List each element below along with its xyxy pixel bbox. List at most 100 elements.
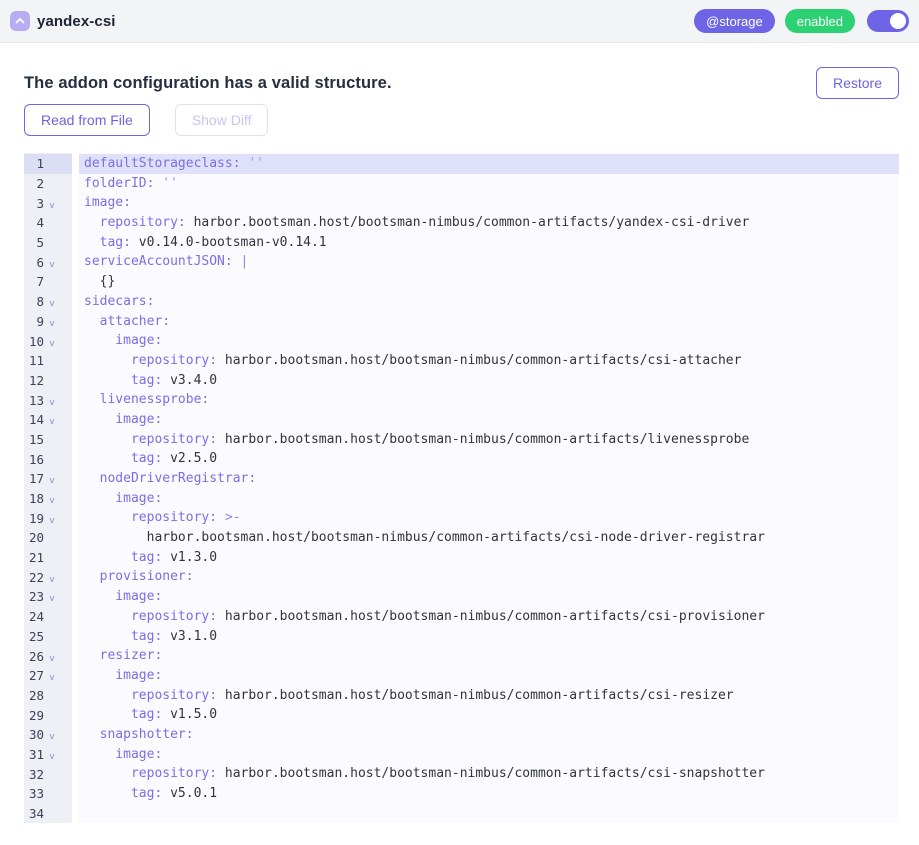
gutter-line: 20 (24, 528, 72, 548)
fold-toggle-icon[interactable]: v (44, 673, 60, 683)
fold-toggle-icon[interactable]: v (44, 516, 60, 526)
fold-toggle-icon[interactable]: v (44, 398, 60, 408)
code-line[interactable]: tag: v5.0.1 (79, 784, 899, 804)
code-line[interactable]: {} (79, 272, 899, 292)
code-line[interactable]: repository: harbor.bootsman.host/bootsma… (79, 764, 899, 784)
gutter-line: 23 v (24, 587, 72, 607)
line-number: 17 (28, 471, 44, 487)
code-line[interactable]: folderID: '' (79, 174, 899, 194)
fold-toggle-icon[interactable]: v (44, 417, 60, 427)
code-line[interactable]: image: (79, 745, 899, 765)
gutter-line: 14 v (24, 410, 72, 430)
yaml-token-v: v2.5.0 (162, 451, 218, 467)
code-line[interactable]: livenessprobe: (79, 390, 899, 410)
code-line[interactable]: nodeDriverRegistrar: (79, 469, 899, 489)
yaml-token-k: provisioner: (84, 569, 194, 585)
gutter-line: 32 (24, 764, 72, 784)
fold-toggle-icon[interactable]: v (44, 594, 60, 604)
yaml-token-k: image: (84, 667, 163, 683)
code-line[interactable]: image: (79, 666, 899, 686)
module-title: yandex-csi (37, 12, 116, 30)
yaml-token-k: snapshotter: (84, 726, 194, 742)
collapse-button[interactable] (10, 11, 30, 31)
yaml-token-k: serviceAccountJSON: (84, 254, 233, 270)
editor-code-area[interactable]: defaultStorageclass: '' folderID: '' image… (79, 153, 899, 823)
gutter-line: 34 (24, 804, 72, 823)
code-line[interactable]: repository: harbor.bootsman.host/bootsma… (79, 607, 899, 627)
code-line[interactable]: repository: harbor.bootsman.host/bootsma… (79, 351, 899, 371)
yaml-token-k: repository: (84, 510, 218, 526)
yaml-token-k: image: (84, 411, 163, 427)
line-number: 24 (28, 609, 44, 625)
gutter-line: 15 (24, 430, 72, 450)
code-line[interactable]: image: (79, 587, 899, 607)
code-line[interactable]: image: (79, 331, 899, 351)
code-line[interactable]: serviceAccountJSON: | (79, 252, 899, 272)
code-line[interactable]: defaultStorageclass: '' (79, 154, 899, 174)
code-line[interactable]: image: (79, 410, 899, 430)
code-line[interactable]: sidecars: (79, 292, 899, 312)
fold-toggle-icon[interactable]: v (44, 201, 60, 211)
gutter-line: 9v (24, 312, 72, 332)
yaml-token-k: tag: (84, 707, 163, 723)
yaml-token-k: image: (84, 589, 163, 605)
module-header: yandex-csi @storage enabled (0, 0, 919, 43)
code-line[interactable]: tag: v1.3.0 (79, 548, 899, 568)
fold-toggle-icon[interactable]: v (44, 752, 60, 762)
category-badge: @storage (694, 9, 775, 33)
status-badge: enabled (784, 9, 855, 33)
code-line[interactable]: repository: >- (79, 508, 899, 528)
code-line[interactable]: image: (79, 489, 899, 509)
fold-toggle-icon[interactable]: v (44, 476, 60, 486)
line-number: 28 (28, 687, 44, 703)
fold-toggle-icon[interactable]: v (44, 654, 60, 664)
code-line[interactable]: resizer: (79, 646, 899, 666)
show-diff-button: Show Diff (174, 104, 269, 136)
code-line[interactable]: provisioner: (79, 567, 899, 587)
restore-button[interactable]: Restore (815, 67, 899, 99)
fold-toggle-icon[interactable]: v (44, 339, 60, 349)
gutter-line: 22 v (24, 567, 72, 587)
yaml-token-k: image: (84, 746, 163, 762)
yaml-token-v: harbor.bootsman.host/bootsman-nimbus/com… (217, 352, 742, 368)
fold-toggle-icon[interactable]: v (44, 732, 60, 742)
yaml-token-v: harbor.bootsman.host/bootsman-nimbus/com… (185, 215, 750, 231)
line-number: 18 (28, 491, 44, 507)
code-line[interactable]: tag: v1.5.0 (79, 705, 899, 725)
code-line[interactable]: tag: v2.5.0 (79, 449, 899, 469)
code-line[interactable] (79, 804, 899, 823)
fold-toggle-icon[interactable]: v (44, 575, 60, 585)
code-line[interactable]: tag: v3.4.0 (79, 371, 899, 391)
fold-toggle-icon[interactable]: v (44, 299, 60, 309)
gutter-line: 33 (24, 784, 72, 804)
gutter-line: 25 (24, 627, 72, 647)
line-number: 19 (28, 510, 44, 526)
line-number: 7 (36, 274, 44, 290)
code-line[interactable]: repository: harbor.bootsman.host/bootsma… (79, 686, 899, 706)
fold-toggle-icon[interactable]: v (44, 496, 60, 506)
code-line[interactable]: tag: v3.1.0 (79, 627, 899, 647)
code-line[interactable]: repository: harbor.bootsman.host/bootsma… (79, 430, 899, 450)
line-number: 33 (28, 786, 44, 802)
fold-toggle-icon[interactable]: v (44, 319, 60, 329)
yaml-token-b: | (232, 254, 249, 270)
line-number: 9 (36, 313, 44, 329)
line-number: 10 (28, 333, 44, 349)
code-line[interactable]: image: (79, 193, 899, 213)
gutter-line: 24 (24, 607, 72, 627)
code-line[interactable]: repository: harbor.bootsman.host/bootsma… (79, 213, 899, 233)
code-line[interactable]: tag: v0.14.0-bootsman-v0.14.1 (79, 233, 899, 253)
code-line[interactable]: harbor.bootsman.host/bootsman-nimbus/com… (79, 528, 899, 548)
yaml-token-k: tag: (84, 234, 131, 250)
editor-gutter: 1 2 3 v 4 5 6 v 7 8 v 9 v 10 v 11 12 13 v 14 v 15 16 17 v 18 v 19 v 2… (24, 153, 72, 823)
line-number: 3 (36, 195, 44, 211)
gutter-line: 17 v (24, 469, 72, 489)
gutter-line: 6v (24, 252, 72, 272)
code-line[interactable]: attacher: (79, 312, 899, 332)
line-number: 6 (36, 254, 44, 270)
code-line[interactable]: snapshotter: (79, 725, 899, 745)
enable-toggle[interactable] (867, 10, 909, 32)
read-from-file-button[interactable]: Read from File (24, 104, 150, 136)
yaml-editor[interactable]: 1 2 3 v 4 5 6 v 7 8 v 9 v 10 v 11 12 13 v 14 v 15 16 17 v 18 v 19 v 2… (24, 153, 899, 823)
fold-toggle-icon[interactable]: v (44, 260, 60, 270)
